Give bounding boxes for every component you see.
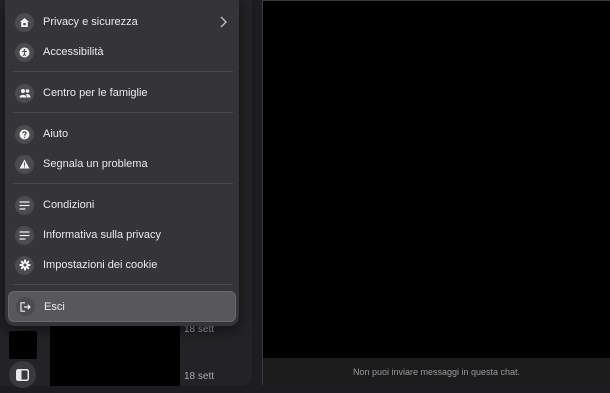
menu-divider: [13, 112, 233, 113]
settings-menu: Privacy e sicurezza Accessibilità Centro…: [5, 0, 239, 326]
menu-item-label: Informativa sulla privacy: [43, 229, 161, 241]
menu-item-label: Aiuto: [43, 128, 69, 140]
chat-preview-image[interactable]: [50, 320, 180, 386]
menu-item-label: Accessibilità: [43, 46, 104, 58]
sidebar-toggle-button[interactable]: [9, 361, 36, 388]
chat-date: 18 sett: [184, 371, 215, 382]
lines-icon: [15, 225, 34, 245]
menu-item-family-center[interactable]: Centro per le famiglie: [8, 79, 236, 107]
menu-item-label: Segnala un problema: [43, 158, 148, 170]
menu-item-privacy-security[interactable]: Privacy e sicurezza: [8, 8, 236, 36]
accessibility-icon: [15, 42, 34, 62]
menu-item-label: Impostazioni dei cookie: [43, 259, 158, 271]
chevron-right-icon: [220, 16, 227, 28]
menu-divider: [13, 284, 233, 285]
gear-icon: [15, 255, 34, 275]
logout-icon: [16, 297, 35, 316]
menu-divider: [13, 71, 233, 72]
menu-item-label: Esci: [44, 300, 65, 313]
menu-item-label: Privacy e sicurezza: [43, 16, 138, 28]
help-icon: [15, 124, 34, 144]
menu-item-label: Condizioni: [43, 199, 95, 211]
menu-item-cookie-settings[interactable]: Impostazioni dei cookie: [8, 251, 236, 279]
menu-item-terms[interactable]: Condizioni: [8, 191, 236, 219]
notice-text: Non puoi inviare messaggi in questa chat…: [352, 366, 521, 377]
menu-item-label: Centro per le famiglie: [43, 87, 148, 99]
menu-divider: [13, 183, 233, 184]
home-lock-icon: [15, 12, 34, 32]
lines-icon: [15, 195, 34, 215]
composer-disabled-notice: Non puoi inviare messaggi in questa chat…: [262, 358, 610, 385]
menu-item-report-problem[interactable]: Segnala un problema: [8, 150, 236, 178]
people-icon: [15, 83, 34, 103]
conversation-pane: [262, 0, 610, 385]
warning-icon: [15, 154, 34, 174]
menu-item-privacy-policy[interactable]: Informativa sulla privacy: [8, 221, 236, 249]
sidebar-panel-icon: [16, 368, 29, 381]
avatar[interactable]: [9, 331, 37, 359]
logout-button[interactable]: Esci: [8, 291, 236, 322]
menu-item-help[interactable]: Aiuto: [8, 120, 236, 148]
menu-item-accessibility[interactable]: Accessibilità: [8, 38, 236, 66]
